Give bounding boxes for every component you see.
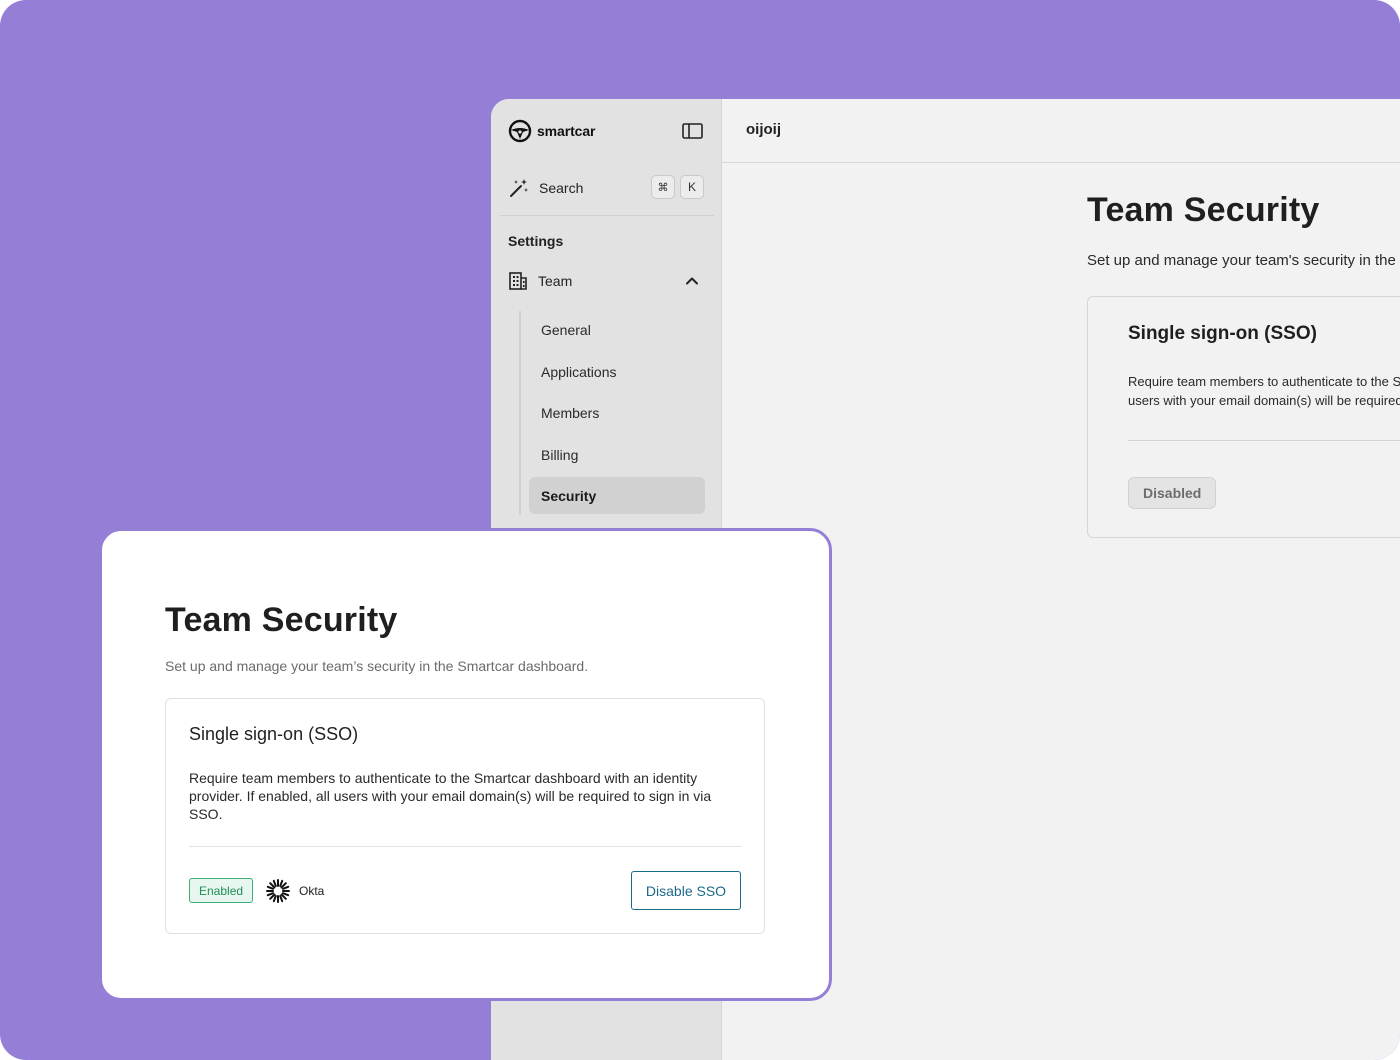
magic-wand-icon xyxy=(510,179,528,197)
sso-enabled-badge: Enabled xyxy=(189,878,254,903)
sidebar-toggle-icon[interactable] xyxy=(681,121,705,141)
chevron-up-icon[interactable] xyxy=(685,274,699,288)
highlight-title: Team Security xyxy=(165,601,398,639)
settings-section-label: Settings xyxy=(508,233,564,249)
team-label: Team xyxy=(538,273,573,289)
sidebar-item-billing[interactable]: Billing xyxy=(529,436,705,473)
submenu-line xyxy=(519,311,521,515)
highlight-sso-description: Require team members to authenticate to … xyxy=(189,770,712,822)
sidebar-item-general[interactable]: General xyxy=(529,311,705,348)
sso-card-description: Require team members to authenticate to … xyxy=(1128,374,1400,408)
sidebar-item-members[interactable]: Members xyxy=(529,394,705,431)
identity-provider: Okta xyxy=(265,878,324,904)
highlight-sso-card: Single sign-on (SSO) Require team member… xyxy=(165,698,765,934)
steering-wheel-icon xyxy=(508,119,532,143)
brand-logo[interactable]: smartcar xyxy=(508,119,595,143)
sidebar-item-applications[interactable]: Applications xyxy=(529,353,705,390)
highlight-sso-title: Single sign-on (SSO) xyxy=(189,724,359,744)
sso-card-divider xyxy=(1128,440,1400,441)
search-label: Search xyxy=(539,180,584,196)
highlight-panel: Team Security Set up and manage your tea… xyxy=(99,528,832,1001)
sidebar-item-security[interactable]: Security xyxy=(529,477,705,514)
page-title: Team Security xyxy=(1087,191,1320,229)
search-button[interactable]: Search ⌘ K xyxy=(508,173,706,203)
highlight-subtitle: Set up and manage your team’s security i… xyxy=(165,658,589,674)
brand-name: smartcar xyxy=(537,123,596,139)
sso-card-title: Single sign-on (SSO) xyxy=(1128,323,1317,344)
shortcut-key: K xyxy=(680,175,704,199)
workspace-name[interactable]: oijoij xyxy=(746,121,781,138)
backdrop: smartcar Search ⌘ K Settings Team Genera… xyxy=(0,0,1400,1060)
highlight-sso-divider xyxy=(189,846,742,847)
shortcut-modifier-key: ⌘ xyxy=(651,175,675,199)
sidebar-divider xyxy=(500,215,714,216)
okta-logo-icon xyxy=(266,879,290,903)
sso-status-badge: Disabled xyxy=(1128,477,1217,509)
sidebar-item-team[interactable]: Team xyxy=(508,269,706,293)
disable-sso-button[interactable]: Disable SSO xyxy=(631,871,741,910)
provider-name: Okta xyxy=(299,884,325,898)
top-bar: oijoij xyxy=(722,99,1400,163)
sso-card: Single sign-on (SSO) Require team member… xyxy=(1087,296,1400,538)
building-icon xyxy=(509,272,527,290)
page-subtitle: Set up and manage your team's security i… xyxy=(1087,252,1400,269)
